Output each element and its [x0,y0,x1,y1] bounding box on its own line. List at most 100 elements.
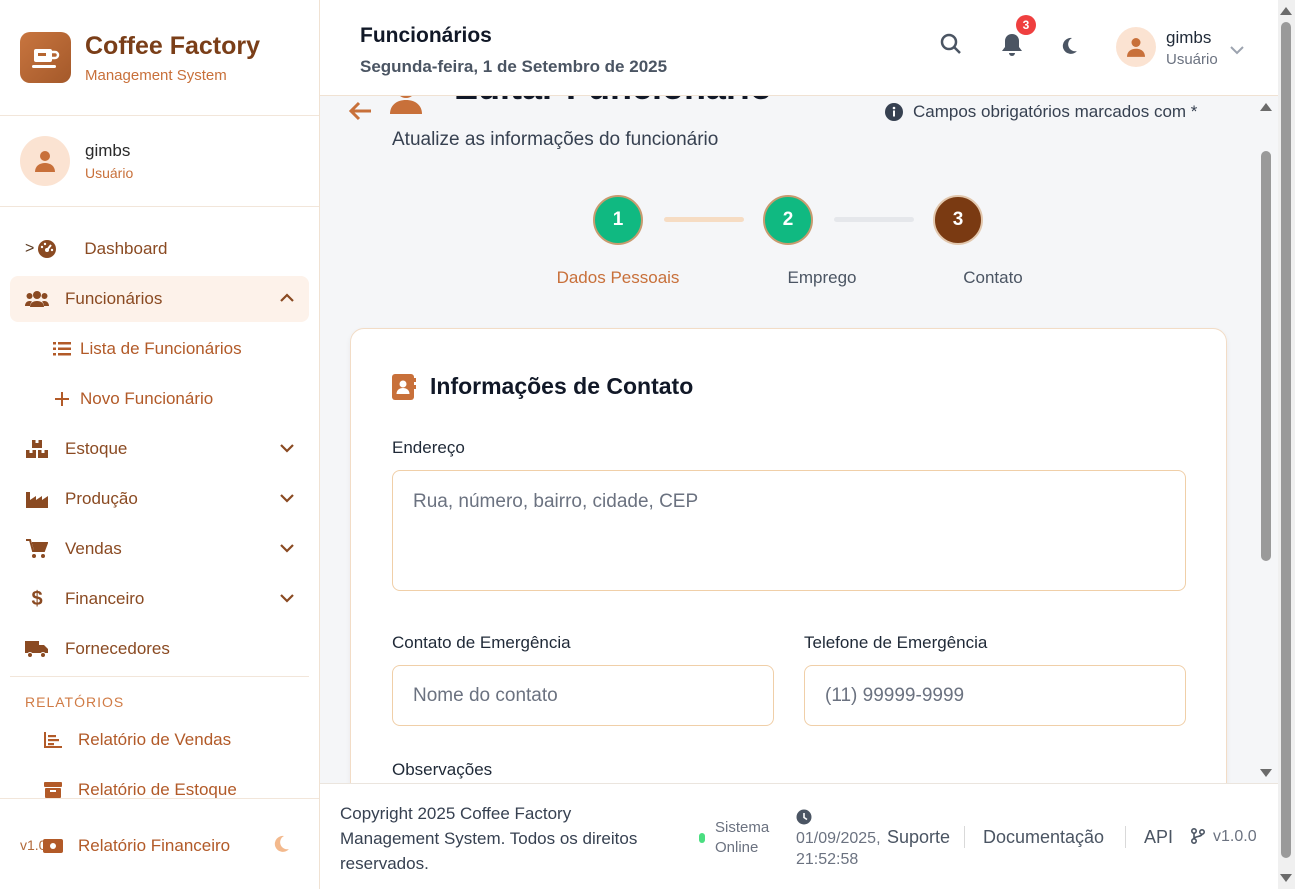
sidebar-divider [10,676,309,677]
footer-divider [964,826,965,848]
moon-icon[interactable] [272,835,290,858]
footer-divider [1125,826,1126,848]
code-branch-icon [1190,827,1206,849]
page-subtitle: Atualize as informações do funcionário [392,129,719,150]
chevron-down-icon[interactable] [1230,42,1244,60]
chevron-up-icon [279,290,295,311]
sidebar-item-label: Dashboard [84,239,168,258]
sidebar-item-label: Fornecedores [65,639,170,658]
sidebar-nav: > Dashboard Funcionários Lista de Funcio… [10,226,309,817]
gauge-icon [36,239,58,259]
main-content: Editar Funcionário Atualize as informaçõ… [320,96,1258,783]
page-scroll-down-arrow-icon[interactable] [1280,874,1292,882]
brand-title: Coffee Factory [85,31,261,60]
emergency-phone-input[interactable]: (11) 99999-9999 [804,665,1186,726]
sidebar-item-financeiro[interactable]: $ Financeiro [10,576,309,622]
content-scroll-thumb[interactable] [1261,151,1271,561]
step-2-circle[interactable]: 2 [763,195,813,245]
sidebar-subitem-label: Lista de Funcionários [80,339,242,358]
chart-bar-icon [42,732,64,748]
brand[interactable]: Coffee Factory Management System [0,0,319,116]
content-scrollbar[interactable] [1258,96,1275,783]
info-icon [885,103,903,121]
search-icon[interactable] [940,33,962,60]
sidebar-report-label: Relatório Financeiro [78,836,231,855]
header-title: Funcionários [360,24,492,47]
step-connector-2 [834,217,914,222]
copyright-text: Copyright 2025 Coffee Factory Management… [340,804,638,873]
required-fields-note: Campos obrigatórios marcados com * [885,102,1197,122]
emergency-contact-input[interactable]: Nome do contato [392,665,774,726]
sidebar: Coffee Factory Management System gimbs U… [0,0,320,889]
footer-link-suporte[interactable]: Suporte [887,827,950,848]
emergency-phone-placeholder: (11) 99999-9999 [825,685,965,706]
sidebar-subitem-label: Novo Funcionário [80,389,214,408]
industry-icon [25,490,49,508]
sidebar-report-financeiro[interactable]: Relatório Financeiro [10,823,270,869]
footer-datetime: 01/09/2025, 21:52:58 [796,830,881,868]
footer-link-api[interactable]: API [1144,827,1173,848]
address-textarea[interactable]: Rua, número, bairro, cidade, CEP [392,470,1186,591]
users-icon [25,290,49,308]
moon-icon[interactable] [1060,37,1078,60]
contact-info-card: Informações de Contato Endereço Rua, núm… [350,328,1227,783]
sidebar-item-label: Produção [65,489,138,508]
address-placeholder: Rua, número, bairro, cidade, CEP [413,491,699,512]
chevron-down-icon [279,440,295,461]
sidebar-item-dashboard[interactable]: > Dashboard [10,226,309,272]
archive-icon [42,782,64,798]
top-header: Funcionários Segunda-feira, 1 de Setembr… [320,0,1278,96]
prefix-marker: > [25,240,35,257]
sidebar-subitem-novo-funcionario[interactable]: Novo Funcionário [10,376,309,422]
user-avatar-icon [20,136,70,186]
step-2-label: Emprego [787,268,857,287]
step-1-label: Dados Pessoais [556,268,680,287]
step-1-circle[interactable]: 1 [593,195,643,245]
sidebar-item-fornecedores[interactable]: Fornecedores [10,626,309,672]
back-arrow-icon[interactable] [347,100,373,127]
page-scroll-thumb[interactable] [1281,22,1291,858]
header-avatar-icon[interactable] [1116,27,1156,67]
sidebar-item-producao[interactable]: Produção [10,476,309,522]
bell-icon[interactable] [1001,33,1023,62]
sidebar-subitem-lista-funcionarios[interactable]: Lista de Funcionários [10,326,309,372]
address-book-icon [392,373,416,400]
scroll-down-arrow-icon[interactable] [1260,769,1272,777]
page-scrollbar[interactable] [1278,0,1295,889]
reports-section-title: RELATÓRIOS [25,694,125,710]
system-status: Sistema Online [715,819,770,856]
emergency-phone-label: Telefone de Emergência [804,633,988,652]
notification-badge: 3 [1016,15,1036,35]
header-user-role: Usuário [1166,51,1218,68]
user-edit-icon [390,96,436,119]
sidebar-item-estoque[interactable]: Estoque [10,426,309,472]
page-title: Editar Funcionário [454,96,772,108]
status-indicator-icon [699,833,705,843]
footer-version: v1.0.0 [1213,828,1257,845]
required-fields-text: Campos obrigatórios marcados com * [913,102,1198,121]
header-user-name[interactable]: gimbs [1166,28,1211,48]
sidebar-user-card: gimbs Usuário [0,116,319,207]
chevron-down-icon [279,540,295,561]
footer-link-documentacao[interactable]: Documentação [983,827,1104,848]
notes-label: Observações [392,760,493,779]
brand-subtitle: Management System [85,66,227,84]
sidebar-item-vendas[interactable]: Vendas [10,526,309,572]
coffee-cup-icon [20,32,71,83]
sidebar-item-label: Funcionários [65,289,163,308]
boxes-icon [25,439,49,459]
sidebar-report-vendas[interactable]: Relatório de Vendas [10,717,309,763]
sidebar-user-name: gimbs [85,141,131,160]
chevron-down-icon [279,590,295,611]
sidebar-item-funcionarios[interactable]: Funcionários [10,276,309,322]
section-title-text: Informações de Contato [430,373,694,399]
section-title: Informações de Contato [392,373,693,400]
scroll-up-arrow-icon[interactable] [1260,103,1272,111]
app-root: Coffee Factory Management System gimbs U… [0,0,1295,889]
sidebar-item-label: Vendas [65,539,122,558]
step-3-circle[interactable]: 3 [933,195,983,245]
truck-icon [25,640,49,658]
chevron-down-icon [279,490,295,511]
page-scroll-up-arrow-icon[interactable] [1280,7,1292,15]
sidebar-user-role: Usuário [85,165,134,181]
